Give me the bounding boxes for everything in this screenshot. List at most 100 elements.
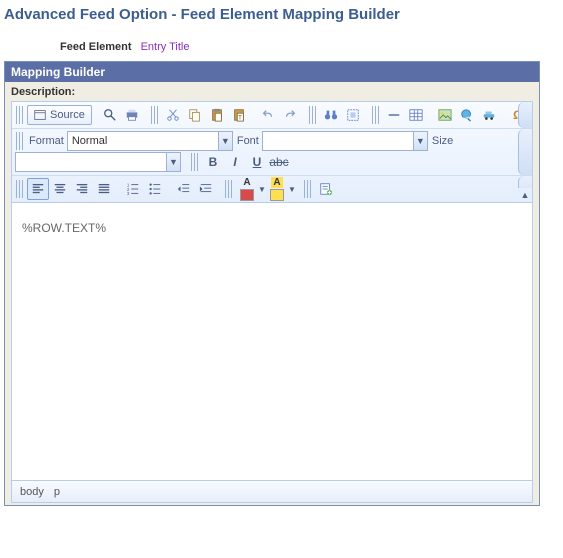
align-center-icon (53, 182, 67, 196)
editor-content-area[interactable]: %ROW.TEXT% (11, 203, 533, 481)
undo-button[interactable] (257, 104, 279, 126)
bg-color-swatch (270, 189, 284, 201)
size-dropdown-icon[interactable]: ▼ (166, 153, 180, 171)
format-label: Format (27, 135, 67, 147)
text-color-button[interactable]: A (236, 178, 258, 200)
table-button[interactable] (405, 104, 427, 126)
editor-statusbar: body p (11, 481, 533, 503)
size-input[interactable] (16, 153, 166, 171)
magnifier-icon (103, 108, 117, 122)
svg-text:T: T (238, 114, 242, 121)
underline-icon: U (253, 155, 262, 169)
clipboard-text-icon: T (232, 108, 246, 122)
description-label: Description: (11, 86, 533, 98)
undo-icon (261, 108, 275, 122)
clipboard-icon (210, 108, 224, 122)
indent-button[interactable] (195, 178, 217, 200)
image-button[interactable] (434, 104, 456, 126)
paste-text-button[interactable]: T (228, 104, 250, 126)
source-icon (34, 109, 46, 121)
align-justify-button[interactable] (93, 178, 115, 200)
italic-icon: I (233, 155, 236, 169)
size-combo[interactable]: ▼ (15, 152, 181, 172)
copy-icon (188, 108, 202, 122)
align-justify-icon (97, 182, 111, 196)
toolbar-end-tab[interactable] (518, 102, 532, 128)
align-right-button[interactable] (71, 178, 93, 200)
feed-element-value: Entry Title (141, 41, 190, 53)
bg-color-button[interactable]: A (266, 178, 288, 200)
strike-icon: abc (269, 155, 288, 169)
status-path-p[interactable]: p (54, 486, 60, 498)
anchor-button[interactable] (478, 104, 500, 126)
find-button[interactable] (320, 104, 342, 126)
image-icon (438, 108, 452, 122)
feed-element-row: Feed Element Entry Title (0, 39, 563, 59)
toolbar-grip[interactable] (16, 180, 24, 198)
copy-button[interactable] (184, 104, 206, 126)
status-path-body[interactable]: body (20, 486, 44, 498)
align-left-button[interactable] (27, 178, 49, 200)
text-color-swatch (240, 189, 254, 201)
toolbar-collapse-icon[interactable]: ▲ (518, 188, 532, 202)
toolbar-grip[interactable] (309, 106, 317, 124)
strike-button[interactable]: abc (268, 151, 290, 173)
format-dropdown-icon[interactable]: ▼ (218, 132, 232, 150)
scissors-icon (166, 108, 180, 122)
font-label: Font (235, 135, 262, 147)
toolbar-grip[interactable] (16, 132, 24, 150)
toolbar-grip[interactable] (16, 106, 24, 124)
preview-button[interactable] (99, 104, 121, 126)
font-combo[interactable]: ▼ (262, 131, 428, 151)
svg-text:3: 3 (127, 191, 130, 196)
toolbar-grip[interactable] (191, 153, 199, 171)
print-button[interactable] (121, 104, 143, 126)
underline-button[interactable]: U (246, 151, 268, 173)
horizontal-rule-button[interactable] (383, 104, 405, 126)
indent-icon (199, 182, 213, 196)
template-icon (319, 182, 333, 196)
font-input[interactable] (263, 132, 413, 150)
outdent-icon (177, 182, 191, 196)
globe-link-icon (460, 108, 474, 122)
bold-icon: B (209, 155, 218, 169)
ul-icon (148, 182, 162, 196)
toolbar-grip[interactable] (304, 180, 312, 198)
outdent-button[interactable] (173, 178, 195, 200)
italic-button[interactable]: I (224, 151, 246, 173)
format-input[interactable] (68, 132, 218, 150)
redo-button[interactable] (279, 104, 301, 126)
toolbar-grip[interactable] (151, 106, 159, 124)
redo-icon (283, 108, 297, 122)
select-all-icon (346, 108, 360, 122)
align-left-icon (31, 182, 45, 196)
cut-button[interactable] (162, 104, 184, 126)
unordered-list-button[interactable] (144, 178, 166, 200)
bg-color-dropdown[interactable]: ▼ (288, 180, 296, 198)
format-combo[interactable]: ▼ (67, 131, 233, 151)
toolbar-grip[interactable] (225, 180, 233, 198)
panel-header: Mapping Builder (5, 62, 539, 82)
printer-icon (125, 108, 139, 122)
size-label: Size (430, 135, 456, 147)
feed-element-label: Feed Element (60, 41, 132, 53)
table-icon (409, 108, 423, 122)
bg-color-icon: A (271, 177, 282, 188)
text-color-dropdown[interactable]: ▼ (258, 180, 266, 198)
ol-icon: 123 (126, 182, 140, 196)
ordered-list-button[interactable]: 123 (122, 178, 144, 200)
font-dropdown-icon[interactable]: ▼ (413, 132, 427, 150)
toolbar-grip[interactable] (372, 106, 380, 124)
text-color-icon: A (243, 177, 250, 188)
bold-button[interactable]: B (202, 151, 224, 173)
select-all-button[interactable] (342, 104, 364, 126)
align-center-button[interactable] (49, 178, 71, 200)
paste-button[interactable] (206, 104, 228, 126)
link-button[interactable] (456, 104, 478, 126)
insert-template-button[interactable] (315, 178, 337, 200)
editor-toolbar: Source T (11, 101, 533, 203)
source-button[interactable]: Source (27, 105, 92, 125)
align-right-icon (75, 182, 89, 196)
toolbar-end-tab[interactable] (518, 129, 532, 175)
page-title: Advanced Feed Option - Feed Element Mapp… (0, 0, 563, 39)
